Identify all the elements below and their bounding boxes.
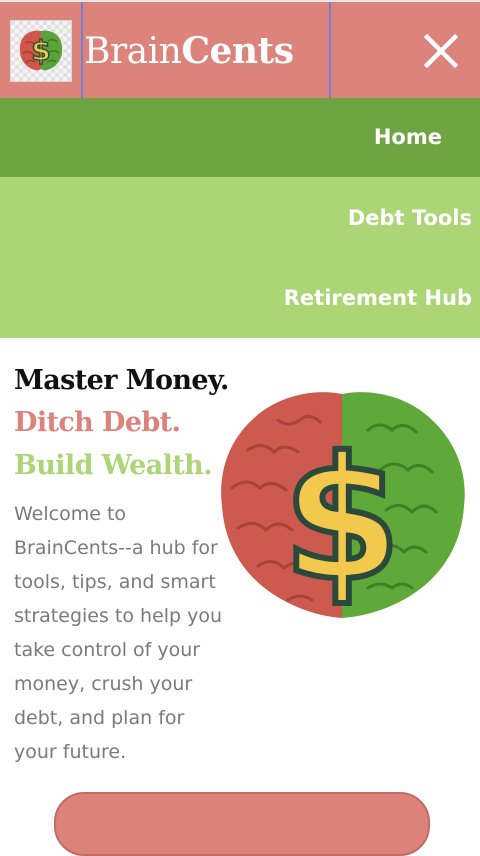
cta-button[interactable]	[54, 792, 430, 856]
brand-part-1: Brain	[84, 31, 182, 72]
hero-title-line-3: Build Wealth.	[14, 450, 213, 481]
brand-part-2: Cents	[181, 30, 294, 72]
nav-item-home[interactable]: Home	[0, 98, 480, 177]
site-header: $ BrainCents	[0, 0, 480, 100]
hero-title-line-1: Master Money.	[14, 365, 229, 396]
brain-dollar-logo-icon[interactable]: $	[10, 20, 72, 82]
svg-text:$: $	[31, 34, 50, 67]
hero-title-line-2: Ditch Debt.	[14, 407, 181, 438]
close-menu-button[interactable]	[416, 26, 466, 76]
site-brand[interactable]: BrainCents	[84, 26, 294, 77]
nav-item-debt-tools[interactable]: Debt Tools	[0, 177, 480, 257]
nav-item-retirement-hub[interactable]: Retirement Hub	[0, 257, 480, 338]
brain-dollar-illustration-icon: $	[218, 390, 468, 622]
svg-text:$: $	[283, 421, 401, 619]
hero-intro-text: Welcome to BrainCents--a hub for tools, …	[14, 503, 223, 763]
close-icon	[423, 33, 459, 69]
